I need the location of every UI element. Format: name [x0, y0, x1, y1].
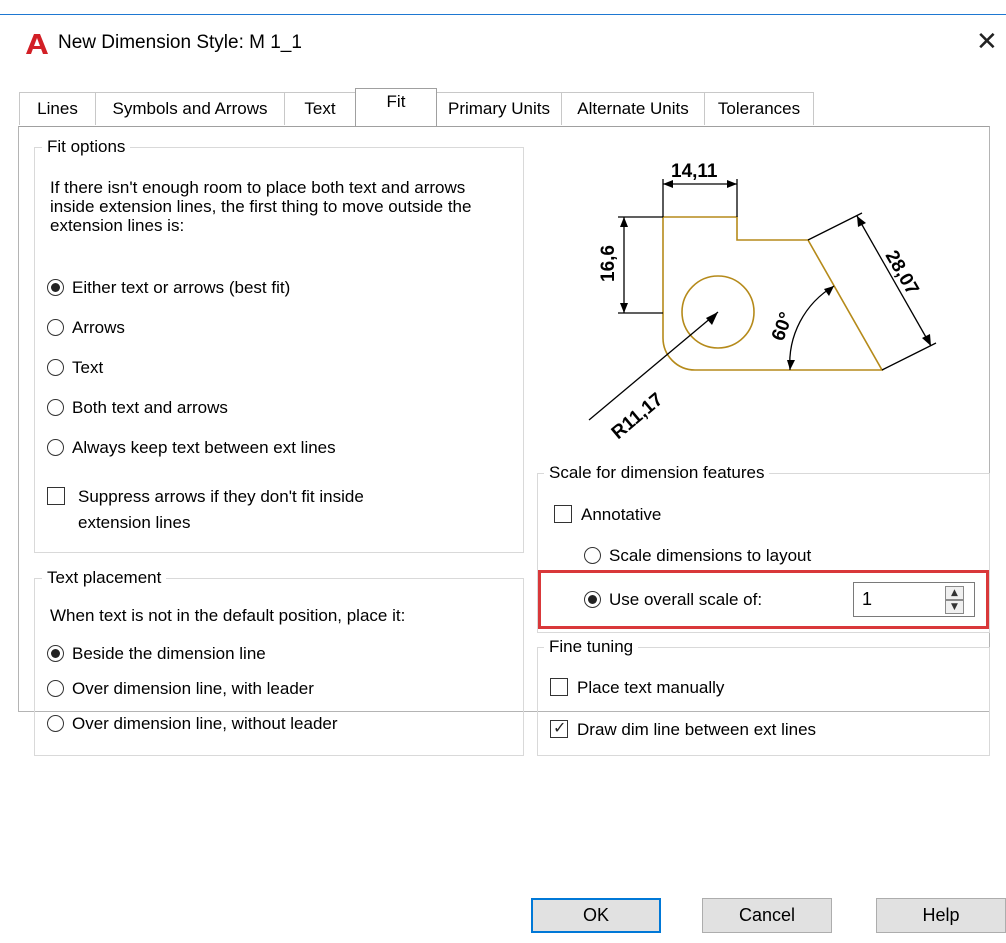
tab-primary-units[interactable]: Primary Units: [436, 92, 562, 125]
preview-dimension-labels: 14,11 16,6 28,07 60° R11,17: [598, 161, 923, 444]
radio-label: Over dimension line, with leader: [72, 679, 314, 698]
dim-label-left: 16,6: [598, 245, 619, 282]
fine-tuning-title: Fine tuning: [544, 637, 639, 657]
ok-button[interactable]: OK: [531, 898, 661, 933]
overall-scale-spinbox[interactable]: 1 ▲ ▼: [853, 582, 975, 617]
checkbox-label: Annotative: [581, 505, 662, 524]
title-bar[interactable]: New Dimension Style: M 1_1 ✕: [0, 15, 1006, 73]
preview-part-outline: [662, 216, 884, 371]
tab-lines[interactable]: Lines: [19, 92, 96, 125]
tab-fit[interactable]: Fit: [355, 88, 437, 126]
dim-label-top: 14,11: [671, 161, 718, 182]
help-button[interactable]: Help: [876, 898, 1006, 933]
preview-dimension-lines: [588, 179, 937, 421]
radio-label: Arrows: [72, 318, 125, 337]
checkbox-label-line2: extension lines: [78, 513, 191, 532]
tab-label: Alternate Units: [577, 99, 689, 118]
tab-label: Symbols and Arrows: [112, 99, 268, 118]
tab-label: Text: [304, 99, 336, 118]
radio-button[interactable]: [47, 439, 64, 456]
radio-label: Always keep text between ext lines: [72, 438, 336, 457]
fit-options-description: If there isn't enough room to place both…: [50, 178, 472, 235]
tab-label: Fit: [386, 92, 406, 111]
radio-button[interactable]: [47, 680, 64, 697]
scale-title: Scale for dimension features: [544, 463, 770, 483]
tab-label: Lines: [37, 99, 78, 118]
radio-label: Beside the dimension line: [72, 644, 266, 663]
close-icon[interactable]: ✕: [976, 29, 998, 55]
radio-label: Over dimension line, without leader: [72, 714, 338, 733]
radio-button[interactable]: [47, 319, 64, 336]
radio-label: Text: [72, 358, 104, 377]
radio-button[interactable]: [47, 399, 64, 416]
radio-label: Both text and arrows: [72, 398, 228, 417]
checkbox[interactable]: [47, 487, 65, 505]
cancel-button[interactable]: Cancel: [702, 898, 832, 933]
window-title: New Dimension Style: M 1_1: [58, 32, 302, 53]
text-placement-description: When text is not in the default position…: [50, 606, 406, 625]
text-placement-title: Text placement: [42, 568, 167, 588]
radio-button[interactable]: [47, 359, 64, 376]
tab-label: Primary Units: [447, 99, 550, 118]
radio-button[interactable]: [47, 279, 64, 296]
spin-up-arrow-icon[interactable]: ▲: [945, 586, 964, 600]
dimension-preview-image: 14,11 16,6 28,07 60° R11,17: [588, 161, 937, 444]
tab-alternate-units[interactable]: Alternate Units: [561, 92, 705, 125]
checkbox-label: Place text manually: [577, 678, 725, 697]
radio-label: Use overall scale of:: [609, 590, 763, 609]
autocad-a-icon: [26, 34, 48, 54]
tab-symbols-and-arrows[interactable]: Symbols and Arrows: [95, 92, 285, 125]
checkbox-label: Draw dim line between ext lines: [577, 720, 817, 739]
radio-button[interactable]: [584, 591, 601, 608]
spin-down-arrow-icon[interactable]: ▼: [945, 600, 964, 614]
radio-label: Either text or arrows (best fit): [72, 278, 291, 297]
radio-button[interactable]: [47, 715, 64, 732]
dim-label-right: 28,07: [881, 247, 923, 299]
radio-label: Scale dimensions to layout: [609, 546, 812, 565]
tab-label: Tolerances: [717, 99, 801, 118]
fit-options-title: Fit options: [42, 137, 131, 157]
checkbox[interactable]: [554, 505, 572, 523]
overall-scale-value[interactable]: 1: [862, 589, 872, 610]
checkbox[interactable]: ✓: [550, 718, 568, 738]
checkmark-icon: ✓: [553, 718, 567, 737]
checkbox[interactable]: [550, 678, 568, 696]
preview-arrowheads: [620, 180, 931, 370]
tab-text[interactable]: Text: [284, 92, 356, 125]
tab-tolerances[interactable]: Tolerances: [704, 92, 814, 125]
checkbox-label-line1: Suppress arrows if they don't fit inside: [78, 487, 364, 506]
radio-button[interactable]: [584, 547, 601, 564]
radio-button[interactable]: [47, 645, 64, 662]
